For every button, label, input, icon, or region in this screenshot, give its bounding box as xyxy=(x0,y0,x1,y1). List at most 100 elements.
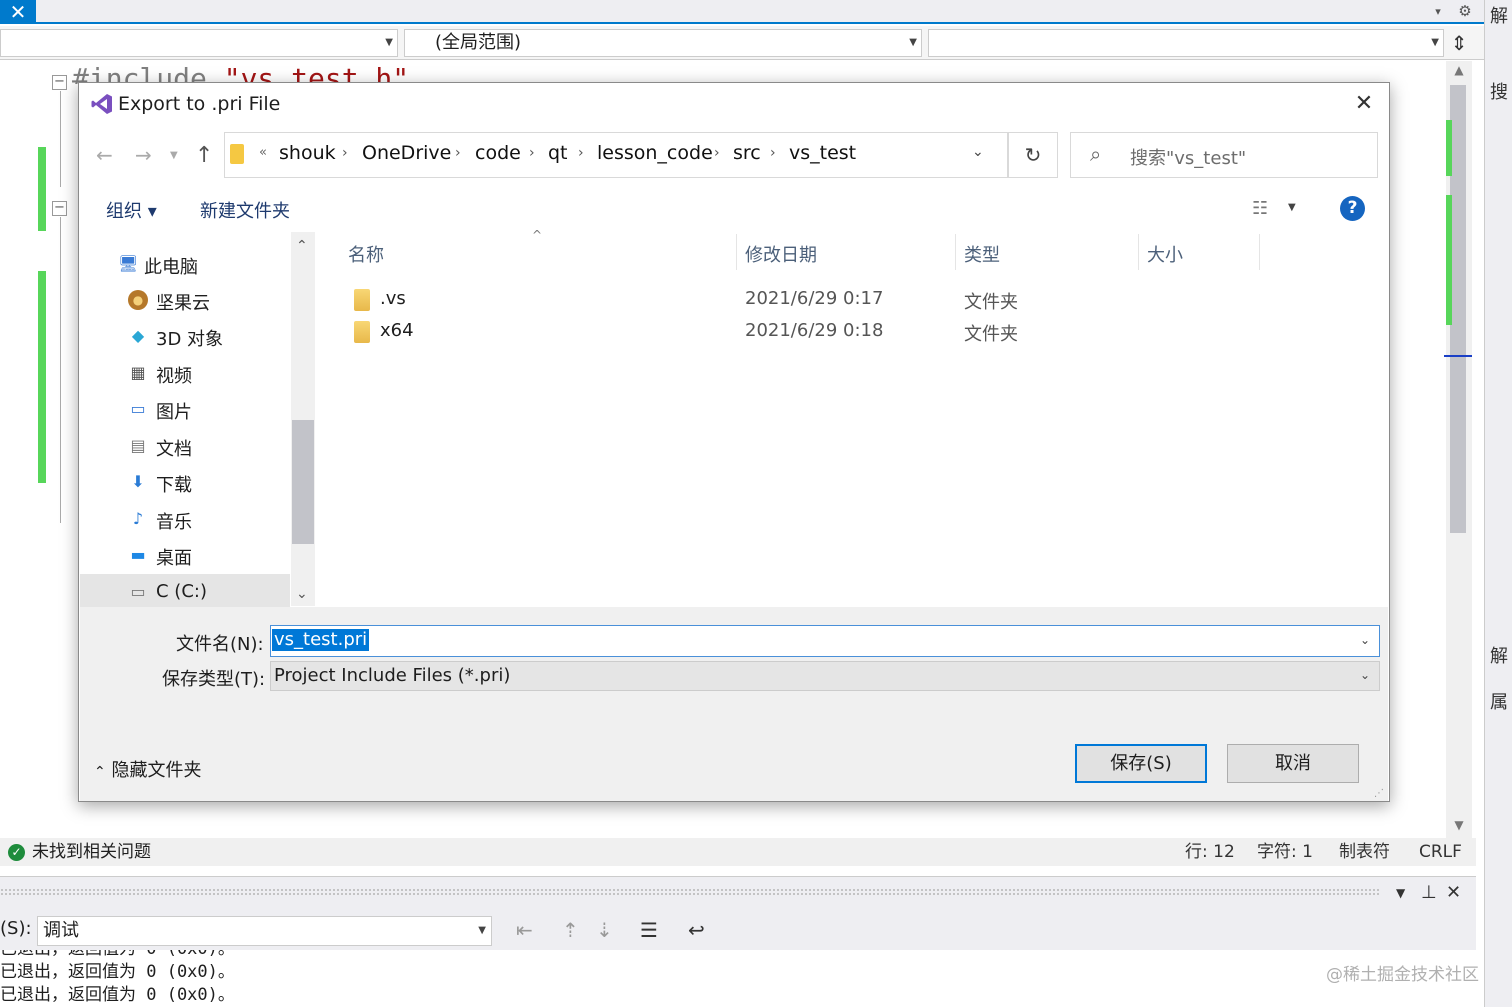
nav-item-c-drive[interactable]: ▭ C (C:) xyxy=(80,574,290,610)
cancel-button[interactable]: 取消 xyxy=(1227,744,1359,783)
split-window-button[interactable]: ⇕ xyxy=(1446,30,1472,58)
editor-scrollbar-thumb[interactable] xyxy=(1450,85,1466,533)
view-dropdown-icon[interactable]: ▼ xyxy=(1288,202,1296,213)
pin-icon[interactable]: ⊥ xyxy=(1421,882,1437,903)
chevron-right-icon[interactable]: › xyxy=(455,145,461,161)
refresh-icon[interactable]: ↻ xyxy=(1008,132,1058,178)
nav-item-nutstore[interactable]: ● 坚果云 xyxy=(80,282,290,318)
chevron-down-icon[interactable]: ⌄ xyxy=(1360,668,1370,682)
clear-all-icon[interactable]: ☰ xyxy=(640,918,658,942)
member-combo[interactable]: ▼ xyxy=(928,29,1444,57)
previous-message-icon[interactable]: ⇡ xyxy=(562,918,579,942)
nav-item-label: 下载 xyxy=(156,475,192,496)
breadcrumb-onedrive[interactable]: OneDrive xyxy=(362,142,451,164)
status-message[interactable]: 未找到相关问题 xyxy=(32,838,151,866)
nav-item-documents[interactable]: ▤ 文档 xyxy=(80,428,290,464)
panel-grip[interactable] xyxy=(0,888,1380,896)
column-header-type[interactable]: 类型 xyxy=(964,241,1000,267)
search-icon: ⌕ xyxy=(1090,142,1102,166)
fold-toggle[interactable]: − xyxy=(52,201,67,216)
forward-icon[interactable]: → xyxy=(135,143,152,167)
chevron-down-icon[interactable]: ⌄ xyxy=(1360,633,1370,647)
output-source-select[interactable]: 调试 ▼ xyxy=(37,916,492,946)
nav-scrollbar-thumb[interactable] xyxy=(292,420,314,544)
chevron-up-icon[interactable]: ⌃ xyxy=(296,238,308,254)
scroll-up-icon[interactable]: ▲ xyxy=(1449,63,1469,77)
chevron-down-icon[interactable]: ⌄ xyxy=(972,144,984,160)
chevron-down-icon: ▼ xyxy=(909,37,917,48)
resize-grip-icon[interactable]: ⋰ xyxy=(1374,788,1384,799)
nav-item-this-pc[interactable]: 🖥 此电脑 xyxy=(80,246,290,282)
column-divider[interactable] xyxy=(955,234,956,270)
gear-icon[interactable]: ⚙ xyxy=(1454,0,1476,24)
column-header-date[interactable]: 修改日期 xyxy=(745,241,817,267)
nav-item-music[interactable]: ♪ 音乐 xyxy=(80,501,290,537)
fold-toggle[interactable]: − xyxy=(52,75,67,90)
chevron-right-icon[interactable]: › xyxy=(342,145,348,161)
next-message-icon[interactable]: ⇣ xyxy=(596,918,613,942)
breadcrumb-vs-test[interactable]: vs_test xyxy=(789,142,856,164)
column-divider[interactable] xyxy=(1259,234,1260,270)
chevron-right-icon[interactable]: › xyxy=(714,145,720,161)
search-tab[interactable]: 搜 xyxy=(1490,78,1508,104)
breadcrumb-qt[interactable]: qt xyxy=(548,142,568,164)
column-header-size[interactable]: 大小 xyxy=(1147,241,1183,267)
nav-item-videos[interactable]: ▦ 视频 xyxy=(80,355,290,391)
recent-locations-icon[interactable]: ▼ xyxy=(170,150,178,161)
column-header-name[interactable]: 名称 xyxy=(348,241,384,267)
nav-item-pictures[interactable]: ▭ 图片 xyxy=(80,391,290,427)
status-line[interactable]: 行: 12 xyxy=(1185,838,1235,866)
word-wrap-icon[interactable]: ↩ xyxy=(688,918,705,942)
column-divider[interactable] xyxy=(736,234,737,270)
file-row[interactable]: .vs 2021/6/29 0:17 文件夹 xyxy=(340,284,1380,316)
up-folder-icon[interactable]: ↑ xyxy=(195,143,213,168)
tab-dropdown-icon[interactable]: ▾ xyxy=(1428,0,1448,24)
scroll-down-icon[interactable]: ▼ xyxy=(1449,818,1469,832)
new-folder-button[interactable]: 新建文件夹 xyxy=(200,197,290,223)
output-line: 已退出，返回值为 0 (0x0)。 xyxy=(0,962,235,982)
panel-dropdown-icon[interactable]: ▼ xyxy=(1396,886,1405,900)
filename-value[interactable]: vs_test.pri xyxy=(272,629,370,651)
breadcrumb-src[interactable]: src xyxy=(733,142,761,164)
breadcrumb-lesson-code[interactable]: lesson_code xyxy=(597,142,713,164)
close-icon[interactable]: ✕ xyxy=(1446,882,1461,903)
nav-item-3d-objects[interactable]: ◆ 3D 对象 xyxy=(80,318,290,354)
chevron-right-icon[interactable]: › xyxy=(529,145,535,161)
filetype-select[interactable]: Project Include Files (*.pri) xyxy=(270,661,1380,691)
solution-tab[interactable]: 解 xyxy=(1490,642,1508,668)
nav-item-label: 文档 xyxy=(156,439,192,460)
save-button[interactable]: 保存(S) xyxy=(1075,744,1207,783)
hide-folders-toggle[interactable]: ⌃ 隐藏文件夹 xyxy=(94,756,201,782)
output-text[interactable]: 已退出，返回值为 0 (0x0)。已退出，返回值为 0 (0x0)。已退出，返回… xyxy=(0,950,1476,1007)
solution-explorer-tab[interactable]: 解 xyxy=(1490,2,1508,28)
nav-item-downloads[interactable]: ⬇ 下载 xyxy=(80,464,290,500)
status-eol[interactable]: CRLF xyxy=(1419,838,1462,866)
chevron-right-icon[interactable]: › xyxy=(770,145,776,161)
close-tab-button[interactable]: ✕ xyxy=(0,0,36,24)
back-icon[interactable]: ← xyxy=(96,143,113,167)
view-list-icon[interactable]: ☷ xyxy=(1252,198,1268,219)
status-tabs[interactable]: 制表符 xyxy=(1339,838,1390,866)
close-icon[interactable]: ✕ xyxy=(1350,90,1378,118)
breadcrumb-overflow[interactable]: « xyxy=(259,145,267,160)
status-char[interactable]: 字符: 1 xyxy=(1257,838,1313,866)
document-icon: ▤ xyxy=(130,436,146,455)
scope-combo[interactable]: (全局范围) ▼ xyxy=(404,29,922,57)
help-icon[interactable]: ? xyxy=(1340,196,1365,221)
properties-tab[interactable]: 属 xyxy=(1490,688,1508,714)
breadcrumb-code[interactable]: code xyxy=(475,142,521,164)
project-combo[interactable]: ▼ xyxy=(0,29,398,57)
breadcrumb-shouk[interactable]: shouk xyxy=(279,142,336,164)
change-marker xyxy=(38,271,46,483)
chevron-right-icon[interactable]: › xyxy=(578,145,584,161)
nav-item-label: 3D 对象 xyxy=(156,329,224,350)
chevron-down-icon: ▼ xyxy=(1431,37,1439,48)
nav-scrollbar[interactable] xyxy=(291,232,315,606)
nav-item-desktop[interactable]: ▬ 桌面 xyxy=(80,537,290,573)
chevron-down-icon[interactable]: ⌄ xyxy=(296,586,308,602)
file-row[interactable]: x64 2021/6/29 0:18 文件夹 xyxy=(340,316,1380,348)
column-divider[interactable] xyxy=(1138,234,1139,270)
find-message-icon[interactable]: ⇤ xyxy=(516,918,533,942)
filename-input[interactable] xyxy=(270,625,1380,657)
organize-button[interactable]: 组织 ▾ xyxy=(106,197,157,223)
